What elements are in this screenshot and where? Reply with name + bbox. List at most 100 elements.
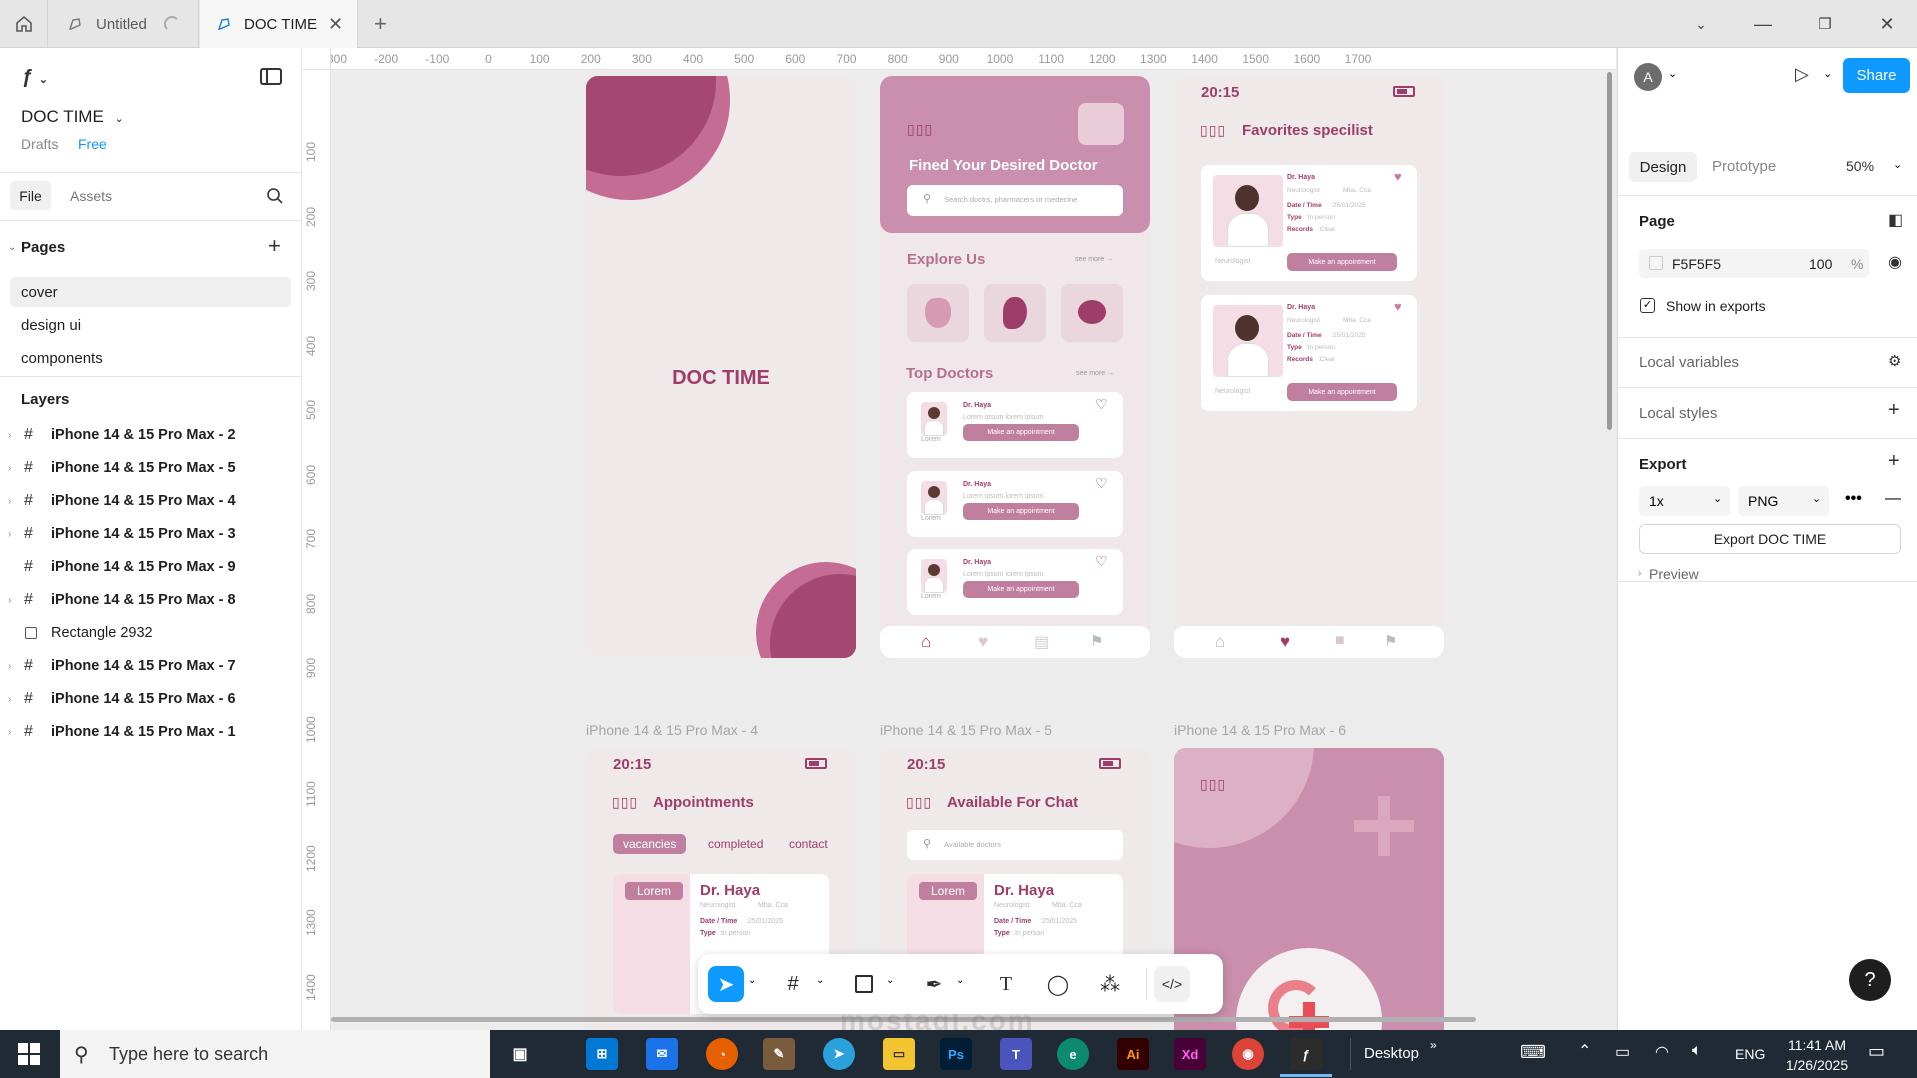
volume-icon[interactable]: 🔈︎	[1692, 1042, 1702, 1060]
task-view-icon[interactable]: ▣	[504, 1038, 536, 1070]
preview-toggle[interactable]: Preview	[1649, 566, 1699, 582]
tab-prototype[interactable]: Prototype	[1712, 158, 1776, 175]
chrome-icon[interactable]: ◉	[1232, 1038, 1264, 1070]
add-page-icon[interactable]: +	[268, 233, 281, 259]
chevron-down-icon[interactable]: ⌄	[1893, 158, 1902, 171]
telegram-icon[interactable]: ➤	[823, 1038, 855, 1070]
notifications-icon[interactable]: ▭	[1868, 1041, 1885, 1062]
doctor-card[interactable]: Lorem Dr. Haya Lorem ipsum lorem ipsum M…	[907, 392, 1123, 458]
chevron-down-icon[interactable]: ⌄	[956, 975, 964, 986]
home-tab[interactable]	[0, 0, 48, 48]
show-in-exports-checkbox[interactable]: ✓	[1640, 298, 1655, 313]
doctor-card[interactable]: Lorem Dr. Haya Lorem ipsum lorem ipsum M…	[907, 549, 1123, 615]
file-name[interactable]: DOC TIME ⌄	[21, 107, 124, 127]
flag-icon[interactable]: ⚑	[1384, 632, 1397, 650]
teams-icon[interactable]: T	[1000, 1038, 1032, 1070]
layer-item[interactable]: › # iPhone 14 & 15 Pro Max - 5	[0, 451, 301, 485]
tab-untitled[interactable]: Untitled	[49, 0, 199, 48]
chevron-down-icon[interactable]: ⌄	[816, 975, 824, 986]
see-more-link[interactable]: see more →	[1075, 256, 1113, 263]
chevron-up-icon[interactable]: »	[1430, 1038, 1437, 1052]
tooth-category[interactable]	[907, 284, 969, 342]
desktop-toolbar[interactable]: Desktop	[1364, 1045, 1419, 1062]
text-tool-icon[interactable]: T	[988, 966, 1024, 1002]
heart-icon[interactable]: ♡	[1095, 553, 1108, 570]
frame-label[interactable]: iPhone 14 & 15 Pro Max - 6	[1174, 722, 1346, 738]
home-icon[interactable]: ⌂	[1215, 632, 1225, 652]
home-icon[interactable]: ⌂	[921, 632, 931, 652]
chevron-right-icon[interactable]: ›	[8, 595, 11, 606]
local-styles[interactable]: Local styles	[1639, 405, 1717, 422]
menu-bars-icon[interactable]: ▯▯▯	[1200, 776, 1226, 793]
help-button[interactable]: ?	[1849, 959, 1891, 1001]
heart-icon[interactable]: ♡	[1095, 475, 1108, 492]
heart-icon[interactable]: ♥	[1394, 169, 1402, 184]
favorite-card[interactable]: Dr. Haya Neurologist Mba. Cca Date / Tim…	[1201, 295, 1417, 411]
stomach-category[interactable]	[984, 284, 1046, 342]
edge-icon[interactable]: e	[1057, 1038, 1089, 1070]
layer-item[interactable]: › # iPhone 14 & 15 Pro Max - 1	[0, 715, 301, 749]
chevron-down-icon[interactable]: ⌄	[1668, 67, 1677, 80]
zoom-level[interactable]: 50%	[1846, 158, 1874, 174]
illustrator-icon[interactable]: Ai	[1117, 1038, 1149, 1070]
canvas[interactable]: DOC TIME ▯▯▯ Fined Your Desired Doctor ⚲…	[331, 70, 1616, 1030]
layer-item[interactable]: › # iPhone 14 & 15 Pro Max - 6	[0, 682, 301, 716]
photoshop-icon[interactable]: Ps	[940, 1038, 972, 1070]
page-opacity[interactable]: 100	[1809, 256, 1832, 272]
tab-contact[interactable]: contact	[789, 837, 828, 851]
restore-button[interactable]: ❐	[1795, 0, 1855, 48]
tab-doc-time[interactable]: DOC TIME ✕	[200, 0, 358, 48]
flag-icon[interactable]: ⚑	[1090, 632, 1103, 650]
clock-time[interactable]: 11:41 AM	[1782, 1037, 1852, 1053]
frame-cover[interactable]: DOC TIME	[586, 76, 856, 658]
clock-date[interactable]: 1/26/2025	[1779, 1057, 1855, 1073]
profile-placeholder[interactable]	[1078, 103, 1124, 145]
figma-menu-icon[interactable]: ƒ ⌄	[22, 66, 48, 89]
appointment-button[interactable]: Make an appointment	[963, 424, 1079, 441]
chat-search[interactable]: ⚲ Available doctors	[907, 830, 1123, 860]
chevron-right-icon[interactable]: ›	[8, 661, 11, 672]
heart-icon[interactable]: ♥	[978, 632, 988, 652]
tab-file[interactable]: File	[10, 181, 51, 210]
layer-item[interactable]: › # iPhone 14 & 15 Pro Max - 8	[0, 583, 301, 617]
chevron-right-icon[interactable]: ›	[8, 694, 11, 705]
rectangle-tool-icon[interactable]	[846, 966, 882, 1002]
add-style-icon[interactable]: +	[1888, 399, 1900, 422]
battery-icon[interactable]: ▭	[1615, 1042, 1630, 1062]
chevron-down-icon[interactable]: ⌄	[8, 242, 16, 253]
tab-design[interactable]: Design	[1629, 152, 1697, 182]
doctor-card[interactable]: Lorem Dr. Haya Lorem ipsum lorem ipsum M…	[907, 471, 1123, 537]
frame-home[interactable]: ▯▯▯ Fined Your Desired Doctor ⚲ Search d…	[880, 76, 1150, 658]
minimize-button[interactable]: —	[1733, 0, 1793, 48]
chevron-right-icon[interactable]: ›	[8, 727, 11, 738]
page-item-components[interactable]: components	[10, 343, 291, 373]
sidebar-toggle-icon[interactable]	[260, 68, 282, 85]
appointment-button[interactable]: Make an appointment	[1287, 253, 1397, 271]
layer-item[interactable]: › # iPhone 14 & 15 Pro Max - 7	[0, 649, 301, 683]
chevron-right-icon[interactable]: ›	[8, 529, 11, 540]
page-item-design-ui[interactable]: design ui	[10, 310, 291, 340]
frame-label[interactable]: iPhone 14 & 15 Pro Max - 4	[586, 722, 758, 738]
xd-icon[interactable]: Xd	[1174, 1038, 1206, 1070]
share-button[interactable]: Share	[1843, 58, 1910, 93]
more-options-icon[interactable]: •••	[1845, 490, 1862, 508]
chevron-right-icon[interactable]: ›	[1638, 568, 1641, 579]
favorite-card[interactable]: Dr. Haya Neurologist Mba. Cca Date / Tim…	[1201, 165, 1417, 281]
styles-icon[interactable]: ◧	[1888, 210, 1903, 230]
chevron-down-icon[interactable]: ⌄	[748, 975, 756, 986]
local-variables[interactable]: Local variables	[1639, 354, 1739, 371]
vertical-scrollbar[interactable]	[1607, 72, 1612, 430]
heart-icon[interactable]: ♥	[1280, 632, 1290, 652]
heart-icon[interactable]: ♥	[1394, 299, 1402, 314]
windows-start-icon[interactable]	[18, 1043, 40, 1065]
store-icon[interactable]: ⊞	[586, 1038, 618, 1070]
page-item-cover[interactable]: cover	[10, 277, 291, 307]
menu-bars-icon[interactable]: ▯▯▯	[906, 794, 932, 811]
comment-tool-icon[interactable]: ◯	[1040, 966, 1076, 1002]
figma-icon[interactable]: ƒ	[1290, 1038, 1322, 1070]
components-tool-icon[interactable]: ⁂	[1092, 966, 1128, 1002]
chat-icon[interactable]: ■	[1335, 632, 1345, 650]
wifi-icon[interactable]: ◠	[1655, 1042, 1669, 1062]
taskbar-search[interactable]: ⚲ Type here to search	[60, 1030, 490, 1078]
frame-label[interactable]: iPhone 14 & 15 Pro Max - 5	[880, 722, 1052, 738]
